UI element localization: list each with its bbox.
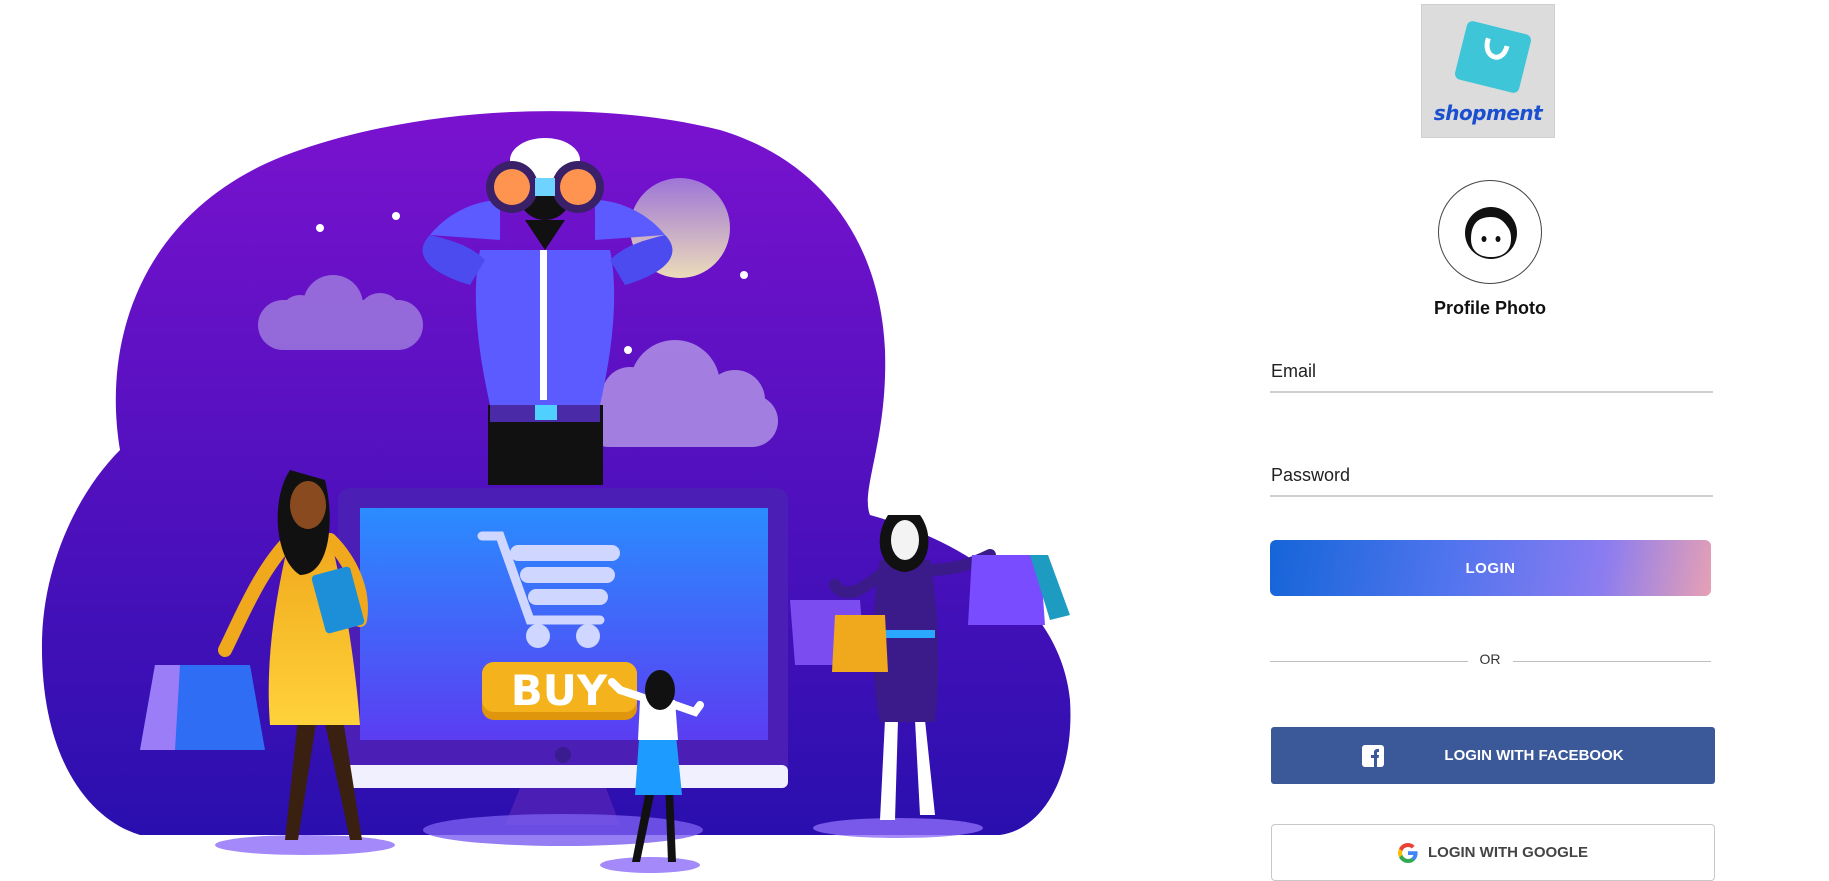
email-field-wrapper (1270, 343, 1713, 393)
google-login-label: LOGIN WITH GOOGLE (1428, 844, 1588, 861)
user-face-icon (1465, 207, 1517, 259)
password-field-wrapper (1270, 447, 1713, 497)
divider-line-right (1513, 661, 1711, 662)
or-divider: OR (1270, 651, 1711, 671)
or-label: OR (1479, 651, 1501, 667)
divider-line-left (1270, 661, 1468, 662)
shopping-illustration: BUY (41, 111, 1071, 873)
logo-wordmark: shopment (1433, 101, 1543, 125)
shopment-logo: shopment (1421, 4, 1555, 138)
facebook-login-label: LOGIN WITH FACEBOOK (1444, 747, 1624, 764)
facebook-icon (1362, 744, 1385, 767)
password-input[interactable] (1270, 447, 1713, 497)
shopping-bag-icon (1454, 21, 1532, 93)
google-icon (1398, 842, 1418, 863)
profile-photo-label: Profile Photo (1434, 298, 1546, 318)
email-input[interactable] (1270, 343, 1713, 393)
google-login-button[interactable]: LOGIN WITH GOOGLE (1271, 824, 1715, 881)
facebook-login-button[interactable]: LOGIN WITH FACEBOOK (1271, 727, 1715, 784)
login-button[interactable]: LOGIN (1270, 540, 1711, 596)
login-panel: shopment Profile Photo LOGIN OR LOGIN WI… (1270, 0, 1720, 881)
profile-photo-upload[interactable] (1438, 180, 1542, 284)
screen-buy-text: BUY (511, 666, 608, 715)
